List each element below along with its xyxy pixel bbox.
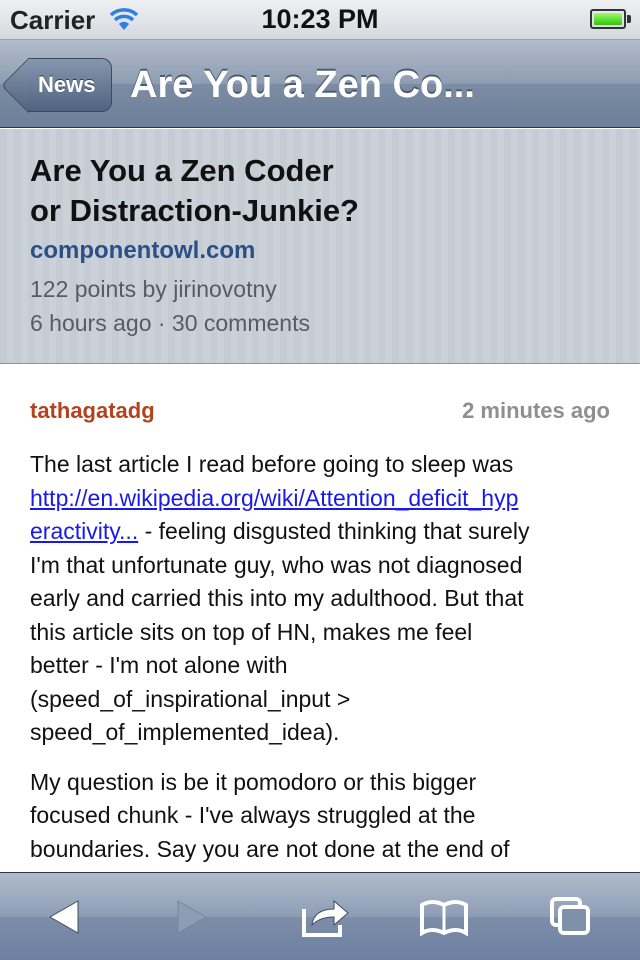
back-button-label: News [38, 72, 96, 97]
back-button[interactable]: News [28, 58, 113, 112]
comment-body: The last article I read before going to … [30, 448, 615, 882]
story-age-comments: 6 hours ago · 30 comments [30, 310, 310, 336]
forward-arrow-icon [177, 900, 208, 934]
comment-username[interactable]: tathagatadg [30, 398, 155, 424]
comment-text: focused chunk - I've always struggled at… [30, 802, 476, 828]
comment-text: early and carried this into my adulthood… [30, 585, 524, 611]
comment-text: boundaries. Say you are not done at the … [30, 835, 510, 862]
comment-text: The last article I read before going to … [30, 451, 514, 477]
story-title[interactable]: Are You a Zen Coder or Distraction-Junki… [30, 151, 590, 231]
back-arrow-icon[interactable] [44, 895, 84, 939]
nav-title: Are You a Zen Co... [130, 64, 475, 106]
story-domain[interactable]: componentowl.com [30, 237, 255, 265]
battery-icon [590, 9, 626, 29]
comment-text: - feeling disgusted thinking that surely [138, 518, 530, 544]
navigation-bar: News Are You a Zen Co... [0, 40, 640, 128]
comment-link-part1: http://en.wikipedia.org/wiki/Attention_d… [30, 484, 519, 511]
comment-text: better - I'm not alone with [30, 652, 288, 678]
battery-tip [627, 15, 631, 23]
tabs-icon[interactable] [548, 895, 594, 939]
comment-paragraph-1: The last article I read before going to … [30, 448, 615, 750]
story-header: Are You a Zen Coder or Distraction-Junki… [0, 129, 640, 364]
story-points: 122 points by jirinovotny [30, 276, 277, 302]
status-time: 10:23 PM [261, 4, 379, 34]
comment-text: (speed_of_inspirational_input > [30, 685, 351, 712]
comment-text: this article sits on top of HN, makes me… [30, 618, 473, 645]
story-title-line1: Are You a Zen Coder [30, 153, 334, 188]
story-title-line2: or Distraction-Junkie? [30, 193, 359, 228]
comment-text: My question is be it pomodoro or this bi… [30, 768, 477, 795]
comment-link-part2: eractivity... [30, 518, 139, 544]
comment-timestamp: 2 minutes ago [462, 398, 610, 423]
browser-toolbar [0, 872, 640, 960]
comment-paragraph-2: My question is be it pomodoro or this bi… [30, 766, 615, 867]
comment-text: speed_of_implemented_idea). [30, 719, 340, 745]
share-icon[interactable] [300, 895, 352, 939]
comment-text: I'm that unfortunate guy, who was not di… [30, 551, 523, 578]
bookmarks-icon[interactable] [418, 895, 470, 939]
status-bar: Carrier 10:23 PM [0, 0, 640, 40]
